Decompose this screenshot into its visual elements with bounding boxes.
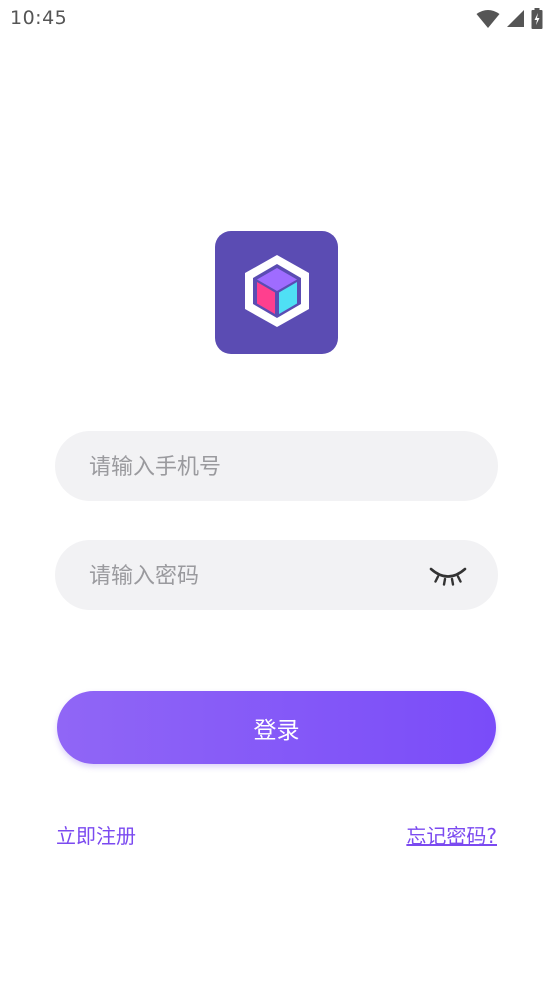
login-screen: 10:45 请输入手机号 登录 立即注册 忘记密码? xyxy=(0,0,553,984)
eye-closed-icon[interactable] xyxy=(428,562,468,588)
password-field xyxy=(55,540,498,612)
login-button[interactable]: 登录 xyxy=(57,691,496,764)
cube-hexagon-icon xyxy=(242,253,312,333)
wifi-icon xyxy=(476,9,500,29)
phone-input[interactable] xyxy=(87,431,431,503)
signal-icon xyxy=(506,9,525,28)
status-bar: 10:45 xyxy=(0,0,553,38)
forgot-password-link[interactable]: 忘记密码? xyxy=(406,820,497,849)
status-icons xyxy=(476,8,543,29)
app-logo xyxy=(215,231,338,354)
phone-field xyxy=(55,431,498,503)
status-time: 10:45 xyxy=(10,7,68,29)
battery-charging-icon xyxy=(531,8,543,29)
register-link[interactable]: 立即注册 xyxy=(56,820,136,849)
password-input[interactable] xyxy=(87,540,431,612)
